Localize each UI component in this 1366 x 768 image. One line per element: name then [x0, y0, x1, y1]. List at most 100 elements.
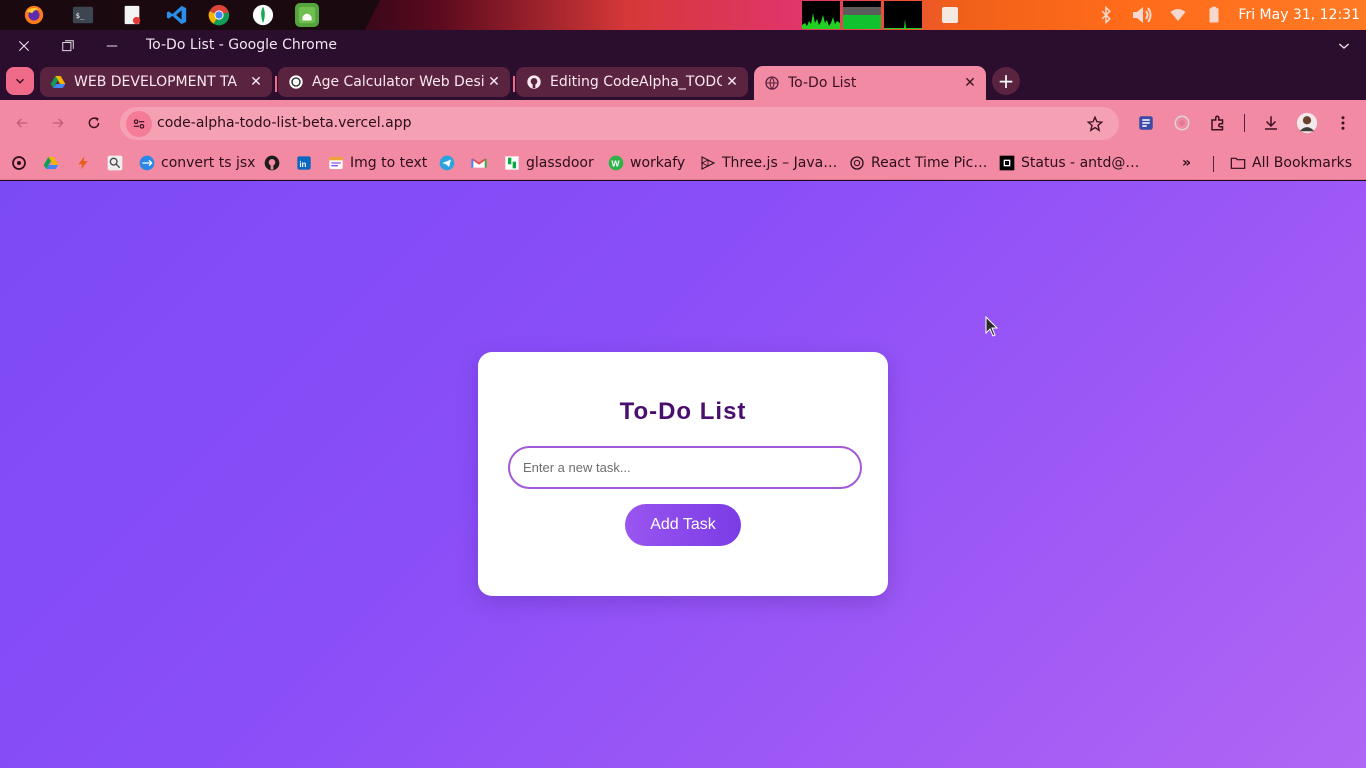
tab-label: To-Do List	[788, 75, 857, 91]
all-bookmarks-label: All Bookmarks	[1252, 155, 1353, 171]
all-bookmarks-folder[interactable]: All Bookmarks	[1230, 152, 1352, 174]
search-icon	[107, 155, 123, 171]
github-icon	[526, 74, 542, 90]
chatgpt-icon	[11, 155, 27, 171]
todo-card: To-Do List Add Task	[478, 352, 888, 596]
bookmark-label: glassdoor	[526, 155, 594, 171]
site-info-icon[interactable]	[126, 111, 152, 137]
tab-web-development[interactable]: WEB DEVELOPMENT TA ✕	[40, 67, 272, 97]
bookmark-label: Img to text	[350, 155, 428, 171]
bookmark-status-antd[interactable]: Status - antd@…	[999, 152, 1139, 174]
bookmark-telegram[interactable]	[439, 152, 461, 174]
add-task-button[interactable]: Add Task	[625, 504, 741, 546]
bookmark-label: convert ts jsx	[161, 155, 256, 171]
close-icon[interactable]: ✕	[484, 72, 504, 92]
bookmark-convert-ts-jsx[interactable]: convert ts jsx	[139, 152, 255, 174]
glassdoor-icon	[504, 155, 520, 171]
bookmark-react-time-picker[interactable]: React Time Pic…	[849, 152, 987, 174]
bookmark-label: workafy	[630, 155, 686, 171]
bookmark-github[interactable]	[264, 152, 286, 174]
tab-todo-list[interactable]: To-Do List ✕	[754, 66, 986, 100]
terminal-icon[interactable]: $_	[71, 3, 95, 27]
mouse-cursor-icon	[985, 315, 999, 342]
bookmark-google-drive[interactable]	[43, 152, 65, 174]
linkedin-icon: in	[296, 155, 312, 171]
window-title: To-Do List - Google Chrome	[146, 37, 338, 53]
text-editor-icon[interactable]	[120, 3, 144, 27]
vscode-icon[interactable]	[165, 3, 189, 27]
bookmark-label: Status - antd@…	[1021, 155, 1140, 171]
extension-target-icon[interactable]	[1171, 112, 1193, 134]
back-button[interactable]	[10, 111, 34, 135]
bookmark-threejs[interactable]: Three.js – Java…	[700, 152, 837, 174]
google-drive-icon	[43, 155, 59, 171]
minimize-window-button[interactable]	[100, 34, 124, 58]
svg-text:$_: $_	[76, 11, 85, 20]
close-icon[interactable]: ✕	[722, 72, 742, 92]
extensions-puzzle-icon[interactable]	[1207, 112, 1229, 134]
chrome-icon[interactable]	[207, 3, 231, 27]
bookmark-label: React Time Pic…	[871, 155, 988, 171]
bookmark-linkedin[interactable]: in	[296, 152, 318, 174]
volume-icon[interactable]	[1130, 3, 1154, 27]
bluetooth-icon[interactable]	[1094, 3, 1118, 27]
lightning-icon	[75, 155, 91, 171]
tab-editing-codealpha[interactable]: Editing CodeAlpha_TODO ✕	[516, 67, 748, 97]
page-content: To-Do List Add Task	[0, 181, 1366, 768]
telegram-icon	[439, 155, 455, 171]
network-graph	[884, 1, 922, 29]
bookmarks-divider	[1213, 156, 1214, 172]
download-icon[interactable]	[1260, 112, 1282, 134]
bookmark-search[interactable]	[107, 152, 129, 174]
google-drive-icon	[50, 74, 66, 90]
cpu-graph	[802, 1, 840, 29]
reading-list-icon[interactable]	[1135, 112, 1157, 134]
maximize-window-button[interactable]	[56, 34, 80, 58]
close-icon[interactable]: ✕	[246, 72, 266, 92]
window-title-bar[interactable]: To-Do List - Google Chrome	[0, 30, 1366, 62]
tab-age-calculator[interactable]: Age Calculator Web Desi ✕	[278, 67, 510, 97]
android-studio-icon[interactable]	[295, 3, 319, 27]
tab-label: WEB DEVELOPMENT TA	[74, 74, 237, 90]
bookmark-glassdoor[interactable]: glassdoor	[504, 152, 594, 174]
close-icon[interactable]: ✕	[960, 73, 980, 93]
transform-icon	[139, 155, 155, 171]
more-bookmarks-chevron-icon[interactable]: »	[1182, 155, 1191, 171]
system-monitor-graphs	[802, 1, 922, 29]
svg-text:in: in	[299, 160, 306, 169]
url-text[interactable]: code-alpha-todo-list-beta.vercel.app	[157, 115, 411, 131]
new-tab-button[interactable]: +	[992, 67, 1020, 95]
tab-strip: WEB DEVELOPMENT TA ✕ Age Calculator Web …	[0, 62, 1366, 100]
bookmark-workafy[interactable]: W workafy	[608, 152, 685, 174]
avatar[interactable]	[1296, 112, 1318, 134]
close-window-button[interactable]	[12, 34, 36, 58]
address-bar[interactable]: code-alpha-todo-list-beta.vercel.app	[120, 107, 1119, 140]
reload-button[interactable]	[82, 111, 106, 135]
bookmark-star-icon[interactable]	[1085, 114, 1105, 134]
wifi-icon[interactable]	[1166, 3, 1190, 27]
github-icon	[264, 155, 280, 171]
app-title: To-Do List	[619, 398, 747, 425]
bookmark-chatgpt[interactable]	[11, 152, 33, 174]
gmail-icon	[471, 155, 487, 171]
chatgpt-icon	[288, 74, 304, 90]
firefox-icon[interactable]	[22, 3, 46, 27]
more-menu-icon[interactable]	[1332, 112, 1354, 134]
sticky-notes-icon[interactable]	[942, 7, 958, 23]
tab-separator	[513, 76, 515, 92]
bookmark-label: Three.js – Java…	[722, 155, 838, 171]
task-input[interactable]	[508, 446, 862, 489]
mongodb-compass-icon[interactable]	[251, 3, 275, 27]
bookmark-lightning[interactable]	[75, 152, 97, 174]
bookmark-img-to-text[interactable]: Img to text	[328, 152, 427, 174]
tab-label: Age Calculator Web Desi	[312, 74, 484, 90]
battery-icon[interactable]	[1202, 3, 1226, 27]
svg-text:W: W	[611, 158, 620, 168]
app-dock: $_	[22, 3, 339, 27]
forward-button[interactable]	[46, 111, 70, 135]
system-clock[interactable]: Fri May 31, 12:31	[1238, 7, 1360, 23]
bookmark-gmail[interactable]	[471, 152, 493, 174]
tab-search-button[interactable]	[6, 67, 34, 95]
chevron-down-icon[interactable]	[1336, 38, 1352, 58]
globe-icon	[764, 75, 780, 91]
